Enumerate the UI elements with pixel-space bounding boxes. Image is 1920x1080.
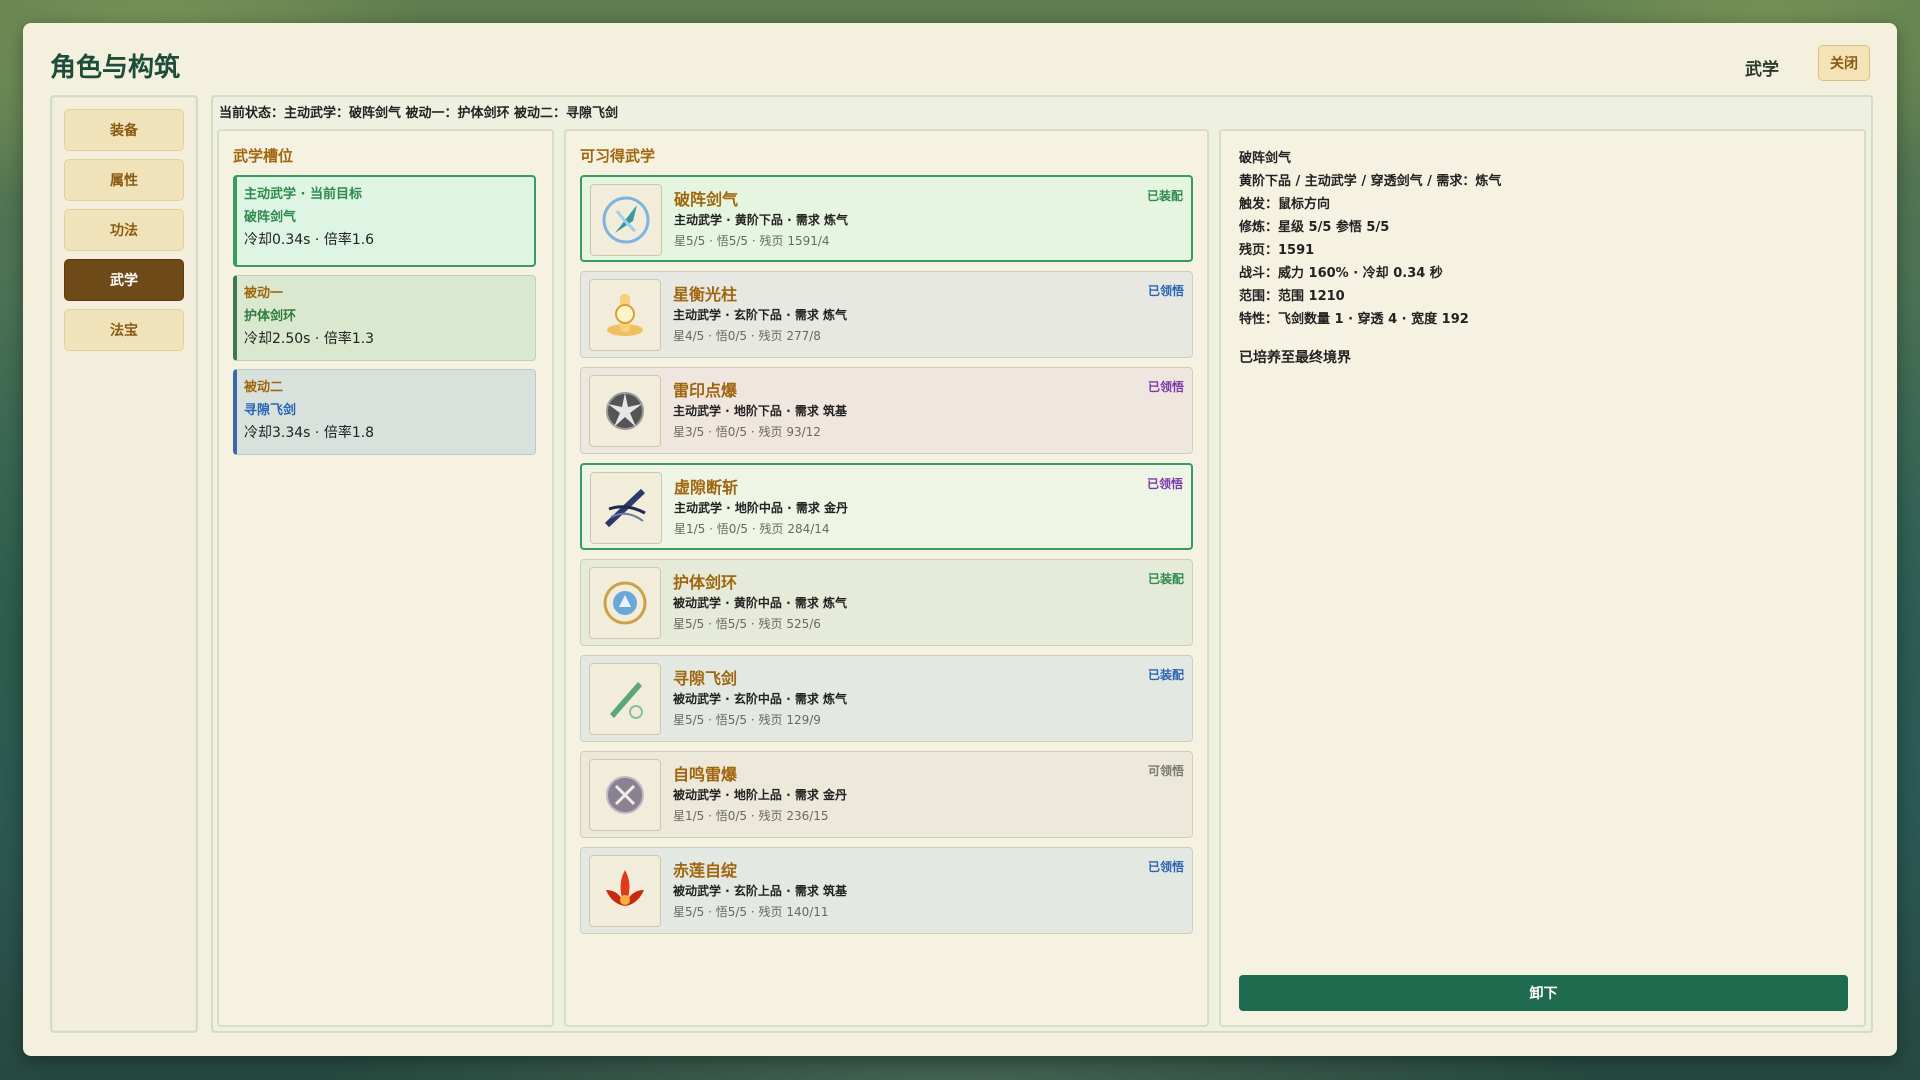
thunder-seal-icon [589,375,661,447]
skill-card[interactable]: 护体剑环 被动武学 · 黄阶中品 · 需求 炼气 星5/5 · 悟5/5 · 残… [580,559,1193,646]
detail-line: 战斗：威力 160% · 冷却 0.34 秒 [1239,266,1443,281]
slot-stats: 冷却3.34s · 倍率1.8 [244,425,375,441]
skill-status-badge: 已装配 [1147,572,1184,586]
skill-meta: 被动武学 · 黄阶中品 · 需求 炼气 [673,596,848,610]
skill-meta: 被动武学 · 玄阶中品 · 需求 炼气 [673,692,848,706]
thunder-burst-icon [589,759,661,831]
slot-skill-name: 护体剑环 [244,309,297,324]
light-pillar-icon [589,279,661,351]
skill-meta: 被动武学 · 地阶上品 · 需求 金丹 [673,788,848,802]
current-tab-label: 武学 [1745,60,1779,80]
skill-card[interactable]: 雷印点爆 主动武学 · 地阶下品 · 需求 筑基 星3/5 · 悟0/5 · 残… [580,367,1193,454]
slot-stats: 冷却0.34s · 倍率1.6 [244,232,375,248]
skill-status-badge: 已领悟 [1147,860,1184,874]
skills-panel: 可习得武学 破阵剑气 主动武学 · 黄阶下品 · 需求 炼气 星5/5 · 悟5… [564,129,1209,1027]
nav-attributes[interactable]: 属性 [64,159,184,201]
nav-techniques[interactable]: 功法 [64,209,184,251]
nav-treasures[interactable]: 法宝 [64,309,184,351]
skill-card[interactable]: 破阵剑气 主动武学 · 黄阶下品 · 需求 炼气 星5/5 · 悟5/5 · 残… [580,175,1193,262]
skill-name: 星衡光柱 [673,285,738,304]
skill-progress: 星1/5 · 悟0/5 · 残页 236/15 [673,809,829,823]
skill-card[interactable]: 自鸣雷爆 被动武学 · 地阶上品 · 需求 金丹 星1/5 · 悟0/5 · 残… [580,751,1193,838]
detail-line: 触发：鼠标方向 [1239,197,1331,212]
detail-line: 特性：飞剑数量 1 · 穿透 4 · 宽度 192 [1239,312,1469,327]
skill-status-badge: 已装配 [1146,189,1183,203]
skill-meta: 主动武学 · 玄阶下品 · 需求 炼气 [673,308,848,322]
skill-progress: 星5/5 · 悟5/5 · 残页 129/9 [673,713,821,727]
detail-line: 修炼：星级 5/5 参悟 5/5 [1239,220,1390,235]
void-slash-icon [590,472,662,544]
slot-skill-name: 寻隙飞剑 [244,403,297,418]
skill-progress: 星5/5 · 悟5/5 · 残页 140/11 [673,905,829,919]
skill-status-badge: 可领悟 [1147,764,1184,778]
skill-progress: 星5/5 · 悟5/5 · 残页 525/6 [673,617,821,631]
skill-status-badge: 已领悟 [1147,380,1184,394]
skill-name: 破阵剑气 [674,190,739,209]
unequip-button[interactable]: 卸下 [1239,975,1848,1011]
red-lotus-icon [589,855,661,927]
main-content: 当前状态：主动武学：破阵剑气 被动一：护体剑环 被动二：寻隙飞剑 武学槽位 主动… [211,95,1873,1033]
skill-status-badge: 已领悟 [1147,284,1184,298]
skill-status-badge: 已装配 [1147,668,1184,682]
slot-active[interactable]: 主动武学 · 当前目标 破阵剑气 冷却0.34s · 倍率1.6 [233,175,536,267]
detail-line: 黄阶下品 / 主动武学 / 穿透剑气 / 需求：炼气 [1239,174,1502,189]
skill-name: 雷印点爆 [673,381,738,400]
detail-text: 破阵剑气 黄阶下品 / 主动武学 / 穿透剑气 / 需求：炼气 触发：鼠标方向 … [1239,147,1501,331]
skill-card[interactable]: 星衡光柱 主动武学 · 玄阶下品 · 需求 炼气 星4/5 · 悟0/5 · 残… [580,271,1193,358]
skill-name: 虚隙断斩 [674,478,739,497]
slot-type: 被动一 [244,286,284,301]
skill-meta: 主动武学 · 地阶下品 · 需求 筑基 [673,404,848,418]
skill-name: 自鸣雷爆 [673,765,738,784]
build-window: 角色与构筑 武学 关闭 装备 属性 功法 武学 法宝 当前状态：主动武学：破阵剑… [23,23,1897,1056]
skill-progress: 星4/5 · 悟0/5 · 残页 277/8 [673,329,821,343]
detail-line: 范围：范围 1210 [1239,289,1345,304]
skill-meta: 主动武学 · 黄阶下品 · 需求 炼气 [674,213,849,227]
slots-panel-title: 武学槽位 [233,147,294,165]
slot-type: 主动武学 · 当前目标 [244,187,362,202]
slots-panel: 武学槽位 主动武学 · 当前目标 破阵剑气 冷却0.34s · 倍率1.6 被动… [217,129,554,1027]
slot-passive-1[interactable]: 被动一 护体剑环 冷却2.50s · 倍率1.3 [233,275,536,361]
close-button[interactable]: 关闭 [1818,45,1870,81]
skill-progress: 星5/5 · 悟5/5 · 残页 1591/4 [674,234,830,248]
slot-type: 被动二 [244,380,284,395]
cultivation-note: 已培养至最终境界 [1239,350,1351,366]
skill-meta: 主动武学 · 地阶中品 · 需求 金丹 [674,501,849,515]
skill-progress: 星1/5 · 悟0/5 · 残页 284/14 [674,522,830,536]
skill-card[interactable]: 虚隙断斩 主动武学 · 地阶中品 · 需求 金丹 星1/5 · 悟0/5 · 残… [580,463,1193,550]
skill-meta: 被动武学 · 玄阶上品 · 需求 筑基 [673,884,848,898]
skill-card[interactable]: 寻隙飞剑 被动武学 · 玄阶中品 · 需求 炼气 星5/5 · 悟5/5 · 残… [580,655,1193,742]
detail-panel: 破阵剑气 黄阶下品 / 主动武学 / 穿透剑气 / 需求：炼气 触发：鼠标方向 … [1219,129,1866,1027]
status-line: 当前状态：主动武学：破阵剑气 被动一：护体剑环 被动二：寻隙飞剑 [219,106,619,121]
slot-passive-2[interactable]: 被动二 寻隙飞剑 冷却3.34s · 倍率1.8 [233,369,536,455]
slot-stats: 冷却2.50s · 倍率1.3 [244,331,375,347]
skill-card[interactable]: 赤莲自绽 被动武学 · 玄阶上品 · 需求 筑基 星5/5 · 悟5/5 · 残… [580,847,1193,934]
skill-status-badge: 已领悟 [1146,477,1183,491]
skill-name: 赤莲自绽 [673,861,738,880]
slot-skill-name: 破阵剑气 [244,210,297,225]
sword-ring-icon [589,567,661,639]
nav-martial-arts[interactable]: 武学 [64,259,184,301]
window-title: 角色与构筑 [50,53,181,83]
skill-name: 护体剑环 [673,573,738,592]
sidebar-nav: 装备 属性 功法 武学 法宝 [50,95,198,1033]
sword-qi-icon [590,184,662,256]
skill-name: 寻隙飞剑 [673,669,738,688]
detail-title: 破阵剑气 [1239,151,1292,166]
flying-sword-icon [589,663,661,735]
skill-progress: 星3/5 · 悟0/5 · 残页 93/12 [673,425,821,439]
skills-panel-title: 可习得武学 [580,147,656,165]
nav-equipment[interactable]: 装备 [64,109,184,151]
detail-line: 残页：1591 [1239,243,1315,258]
